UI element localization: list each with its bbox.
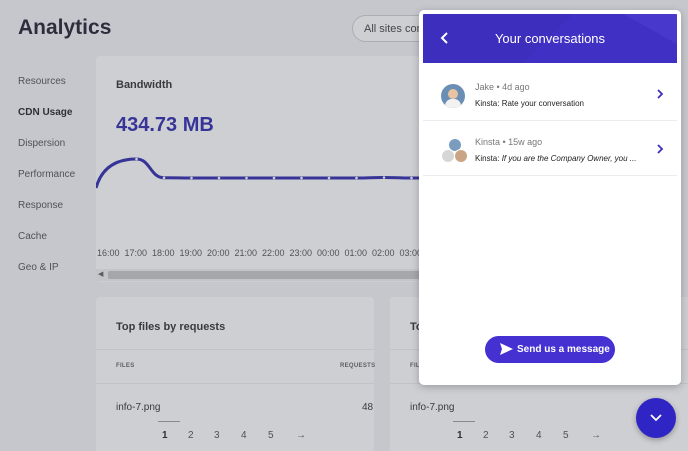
avatar-group (441, 138, 469, 166)
conversation-preview: Kinsta: Rate your conversation (475, 99, 650, 108)
chat-toggle-button[interactable] (636, 398, 676, 438)
chevron-down-icon (650, 414, 662, 422)
preview-text: If you are the Company Owner, you ... (501, 154, 637, 163)
preview-prefix: Kinsta: (475, 99, 500, 108)
chevron-right-icon[interactable] (653, 87, 667, 101)
preview-text: Rate your conversation (501, 99, 584, 108)
chevron-right-icon[interactable] (653, 142, 667, 156)
avatar (441, 84, 465, 108)
send-message-button[interactable]: Send us a message (485, 336, 615, 363)
conversations-title: Your conversations (494, 31, 606, 46)
conversation-preview: Kinsta: If you are the Company Owner, yo… (475, 154, 650, 163)
send-icon (500, 343, 513, 355)
preview-prefix: Kinsta: (475, 154, 500, 163)
send-message-label: Send us a message (517, 344, 610, 355)
conversation-item[interactable]: Jake • 4d ago Kinsta: Rate your conversa… (423, 66, 677, 121)
conversations-panel: Your conversations Jake • 4d ago Kinsta:… (419, 10, 681, 385)
conversations-header: Your conversations (423, 14, 677, 63)
conversation-item[interactable]: Kinsta • 15w ago Kinsta: If you are the … (423, 121, 677, 176)
conversation-meta: Kinsta • 15w ago (475, 137, 543, 147)
conversation-meta: Jake • 4d ago (475, 82, 530, 92)
